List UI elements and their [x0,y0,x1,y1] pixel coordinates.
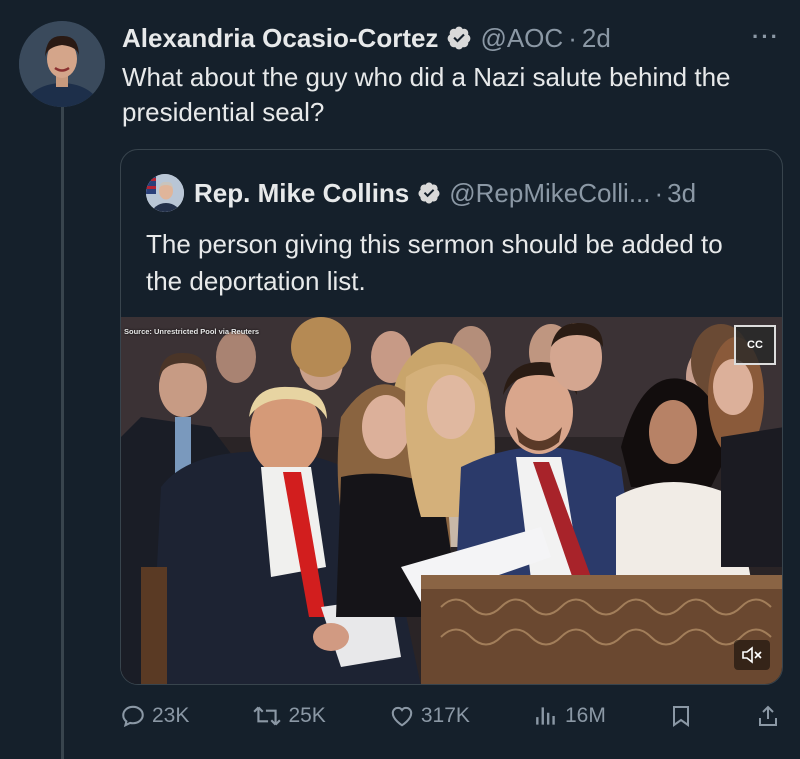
tweet[interactable]: Alexandria Ocasio-Cortez @AOC · 2d ··· W… [0,0,800,759]
author-avatar[interactable] [19,21,105,107]
separator-dot: · [654,177,664,208]
author-name[interactable]: Alexandria Ocasio-Cortez [122,23,438,54]
verified-badge-icon [448,26,471,50]
like-icon [391,706,413,727]
reply-icon [122,705,144,728]
bookmark-button[interactable] [669,703,693,729]
share-button[interactable] [756,703,780,729]
bookmark-icon [672,706,689,727]
quoted-author-name[interactable]: Rep. Mike Collins [194,178,409,209]
more-icon[interactable]: ··· [752,24,780,50]
quoted-tweet[interactable]: Rep. Mike Collins @RepMikeColli... · 3d … [120,149,783,685]
views-button[interactable]: 16M [533,703,606,729]
like-count: 317K [420,704,470,727]
mute-icon[interactable] [734,640,770,670]
repost-button[interactable]: 25K [252,703,326,729]
quoted-author-handle[interactable]: @RepMikeColli... [449,178,650,209]
views-count: 16M [564,704,606,727]
quoted-text: The person giving this sermon should be … [146,229,723,296]
repost-count: 25K [288,704,326,727]
tweet-text: What about the guy who did a Nazi salute… [122,62,731,127]
quoted-avatar[interactable] [146,174,184,212]
like-button[interactable]: 317K [389,703,470,729]
post-time[interactable]: 2d [582,23,611,54]
tweet-header: Alexandria Ocasio-Cortez @AOC · 2d ··· [122,20,780,56]
source-caption: Source: Unrestricted Pool via Reuters [124,327,260,336]
video-frame [121,317,782,684]
action-bar: 23K 25K 317K 16M [120,698,780,734]
quoted-header: Rep. Mike Collins @RepMikeColli... · 3d [146,174,762,212]
thread-line [61,100,64,759]
repost-icon [253,706,282,726]
quoted-post-time[interactable]: 3d [667,178,696,209]
separator-dot: · [568,22,577,53]
reply-count: 23K [152,704,190,727]
author-handle[interactable]: @AOC [480,23,563,54]
views-icon [536,707,555,725]
quoted-video[interactable]: Source: Unrestricted Pool via Reuters CC [121,317,782,684]
verified-badge-icon [418,182,440,204]
share-icon [758,705,777,726]
cc-icon[interactable]: CC [734,325,776,365]
reply-button[interactable]: 23K [120,703,189,729]
